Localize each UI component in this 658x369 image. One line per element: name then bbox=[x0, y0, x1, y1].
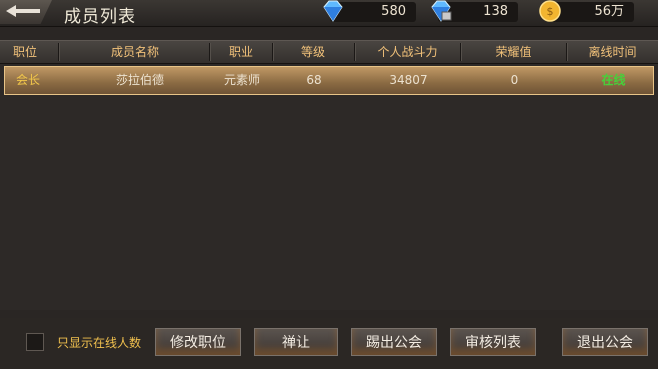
bound-diamond-count: 138 bbox=[483, 4, 508, 19]
column-header-combat-power[interactable]: 个人战斗力 bbox=[355, 41, 460, 63]
member-position: 会长 bbox=[15, 73, 40, 87]
column-divider bbox=[58, 43, 59, 61]
online-only-label: 只显示在线人数 bbox=[57, 336, 142, 350]
gold-count: 56万 bbox=[594, 4, 624, 19]
column-header-level[interactable]: 等级 bbox=[273, 41, 353, 63]
bound-diamond-counter: 138 bbox=[431, 0, 518, 22]
review-list-button[interactable]: 审核列表 bbox=[450, 328, 536, 356]
abdicate-button[interactable]: 禅让 bbox=[254, 328, 338, 356]
svg-text:$: $ bbox=[547, 5, 554, 18]
back-arrow-icon bbox=[6, 5, 40, 17]
member-name: 莎拉伯德 bbox=[115, 73, 164, 87]
member-list-area bbox=[0, 62, 658, 310]
gold-coin-icon: $ bbox=[539, 0, 561, 22]
table-header: 职位 成员名称 职业 等级 个人战斗力 荣耀值 离线时间 bbox=[0, 40, 658, 64]
member-honor: 0 bbox=[510, 73, 519, 87]
column-header-name[interactable]: 成员名称 bbox=[60, 41, 210, 63]
page-title: 成员列表 bbox=[64, 7, 136, 27]
column-divider bbox=[209, 43, 210, 61]
diamond-counter: 580 bbox=[323, 0, 416, 22]
column-header-offline-time[interactable]: 离线时间 bbox=[567, 41, 658, 63]
leave-guild-button[interactable]: 退出公会 bbox=[562, 328, 648, 356]
gold-counter: $ 56万 bbox=[539, 0, 634, 22]
bound-diamond-icon bbox=[431, 0, 452, 22]
column-header-honor[interactable]: 荣耀值 bbox=[461, 41, 566, 63]
member-online-status: 在线 bbox=[601, 73, 626, 87]
column-header-class[interactable]: 职业 bbox=[211, 41, 271, 63]
diamond-count: 580 bbox=[381, 4, 406, 19]
member-class: 元素师 bbox=[223, 73, 260, 87]
diamond-icon bbox=[323, 0, 343, 22]
change-position-button[interactable]: 修改职位 bbox=[155, 328, 241, 356]
kick-from-guild-button[interactable]: 踢出公会 bbox=[351, 328, 437, 356]
online-only-checkbox[interactable] bbox=[26, 333, 44, 351]
member-combat-power: 34807 bbox=[389, 73, 428, 87]
member-level: 68 bbox=[306, 73, 322, 87]
column-header-position[interactable]: 职位 bbox=[0, 41, 50, 63]
member-row-selected[interactable]: 会长 莎拉伯德 元素师 68 34807 0 在线 bbox=[4, 66, 654, 95]
